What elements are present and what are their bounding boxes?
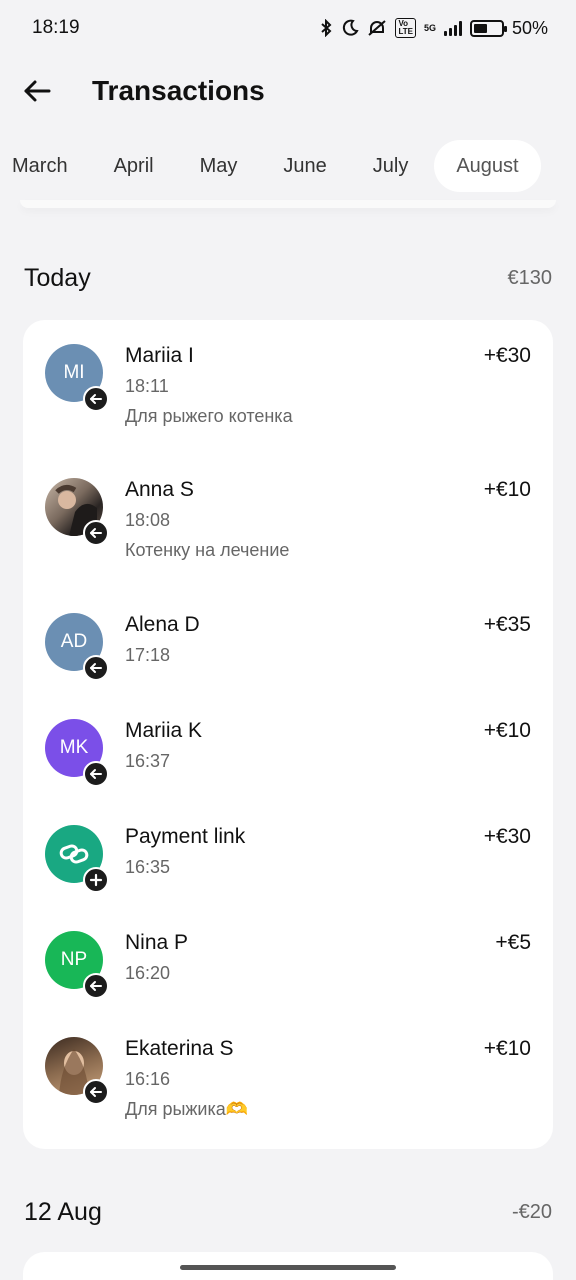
status-bar: 18:19 Vo LTE 5G 50% <box>0 0 576 56</box>
silent-icon <box>367 19 387 37</box>
tab-march[interactable]: March <box>0 140 68 192</box>
transaction-row[interactable]: AD Alena D 17:18 +€35 <box>23 613 553 693</box>
page-title: Transactions <box>92 75 265 106</box>
avatar <box>45 825 109 893</box>
plus-icon <box>83 867 109 893</box>
battery-percent: 50% <box>511 17 548 38</box>
incoming-arrow-icon <box>83 520 109 546</box>
tab-june[interactable]: June <box>283 140 326 192</box>
back-button[interactable] <box>22 76 52 106</box>
avatar: AD <box>45 613 109 681</box>
avatar <box>45 478 109 546</box>
avatar: MK <box>45 719 109 787</box>
avatar <box>45 1037 109 1105</box>
transaction-time: 16:20 <box>125 963 171 983</box>
header: Transactions <box>0 56 576 126</box>
bluetooth-icon <box>319 19 333 37</box>
transaction-row[interactable]: NP Nina P 16:20 +€5 <box>23 931 553 1011</box>
transaction-row[interactable]: MI Mariia I 18:11 Для рыжего котенка +€3… <box>23 344 553 454</box>
tab-april[interactable]: April <box>114 140 154 192</box>
volte-icon: Vo LTE <box>395 18 416 38</box>
transaction-note: Для рыжика🫶 <box>125 1099 249 1119</box>
transaction-name: Mariia I <box>125 344 194 367</box>
tabs-divider <box>20 200 556 208</box>
transaction-row[interactable]: Ekaterina S 16:16 Для рыжика🫶 +€10 <box>23 1037 553 1147</box>
section-title: Today <box>24 264 91 292</box>
transaction-time: 17:18 <box>125 645 171 665</box>
incoming-arrow-icon <box>83 761 109 787</box>
battery-icon <box>469 19 507 37</box>
transaction-amount: +€10 <box>483 719 531 742</box>
incoming-arrow-icon <box>83 1079 109 1105</box>
section-total: -€20 <box>511 1201 552 1223</box>
transaction-row[interactable]: Payment link 16:35 +€30 <box>23 825 553 905</box>
signal-icon <box>443 20 462 36</box>
transaction-name: Payment link <box>125 825 246 848</box>
section-title: 12 Aug <box>24 1198 102 1226</box>
transaction-name: Alena D <box>125 613 200 636</box>
transaction-amount: +€5 <box>495 931 531 954</box>
back-arrow-icon <box>24 80 51 102</box>
avatar: MI <box>45 344 109 412</box>
incoming-arrow-icon <box>83 973 109 999</box>
transaction-time: 16:35 <box>125 857 171 877</box>
transaction-name: Nina P <box>125 931 189 954</box>
transaction-row[interactable]: MK Mariia K 16:37 +€10 <box>23 719 553 799</box>
section-total: €130 <box>507 267 553 289</box>
transaction-amount: +€35 <box>483 613 531 636</box>
transaction-row[interactable]: Anna S 18:08 Котенку на лечение +€10 <box>23 478 553 588</box>
transaction-amount: +€10 <box>483 478 531 501</box>
transactions-card: MI Mariia I 18:11 Для рыжего котенка +€3… <box>23 320 553 1149</box>
incoming-arrow-icon <box>83 655 109 681</box>
avatar: NP <box>45 931 109 999</box>
tab-may[interactable]: May <box>200 140 238 192</box>
tab-july[interactable]: July <box>373 140 409 192</box>
transaction-amount: +€30 <box>483 825 531 848</box>
network-5g-icon: 5G <box>423 22 436 33</box>
status-time: 18:19 <box>32 17 80 38</box>
transaction-note: Котенку на лечение <box>125 540 290 560</box>
transaction-time: 16:16 <box>125 1069 171 1089</box>
transaction-name: Mariia K <box>125 719 203 742</box>
transaction-time: 18:11 <box>125 376 169 396</box>
section-header-today: Today €130 <box>24 264 552 293</box>
transaction-amount: +€30 <box>483 344 531 367</box>
transaction-time: 18:08 <box>125 510 171 530</box>
incoming-arrow-icon <box>83 386 109 412</box>
month-tabs: March April May June July August <box>0 136 576 196</box>
transaction-note: Для рыжего котенка <box>125 406 293 426</box>
transaction-amount: +€10 <box>483 1037 531 1060</box>
transaction-name: Anna S <box>125 478 194 501</box>
home-indicator[interactable] <box>180 1265 396 1270</box>
transaction-name: Ekaterina S <box>125 1037 234 1060</box>
tab-august[interactable]: August <box>434 140 541 192</box>
section-header-12-aug: 12 Aug -€20 <box>24 1198 552 1227</box>
transaction-time: 16:37 <box>125 751 171 771</box>
moon-icon <box>341 19 360 37</box>
status-icons: Vo LTE 5G 50% <box>319 18 548 39</box>
